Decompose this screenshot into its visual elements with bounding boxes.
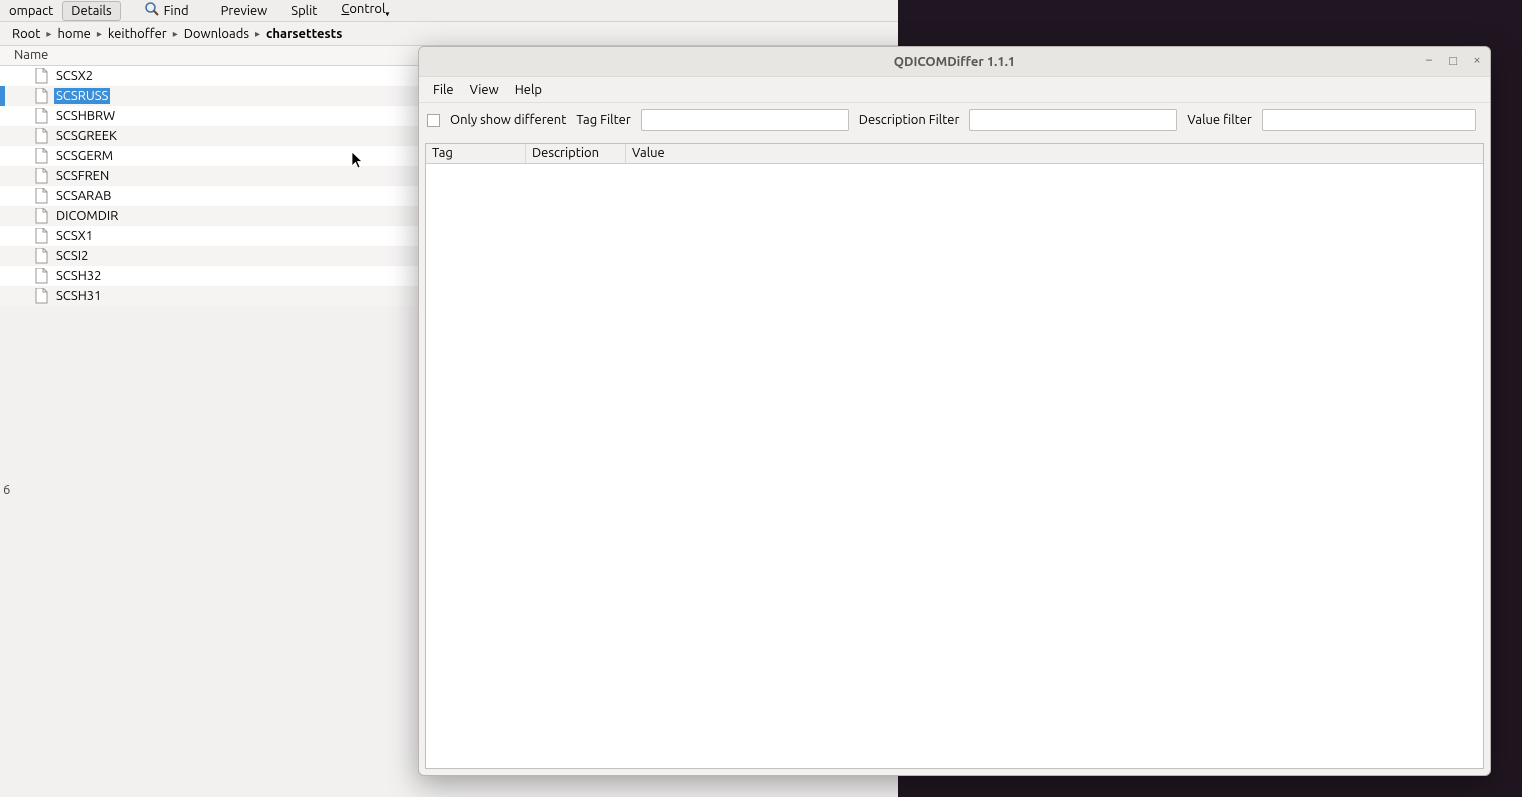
close-icon: ×	[1473, 53, 1480, 67]
search-icon	[144, 1, 160, 20]
column-header-value[interactable]: Value	[626, 144, 1483, 163]
minimize-button[interactable]: −	[1422, 53, 1436, 67]
breadcrumb-downloads[interactable]: Downloads	[184, 27, 249, 41]
file-name: SCSHBRW	[54, 108, 117, 124]
file-name: SCSH31	[54, 288, 103, 304]
preview-button[interactable]: Preview	[212, 1, 277, 21]
file-icon	[34, 288, 48, 304]
control-button[interactable]: Control▾	[332, 0, 398, 22]
breadcrumb-home[interactable]: home	[57, 27, 90, 41]
dicom-table: Tag Description Value	[425, 143, 1484, 769]
breadcrumb: Root ▸ home ▸ keithoffer ▸ Downloads ▸ c…	[0, 22, 898, 46]
details-button[interactable]: Details	[62, 1, 120, 21]
description-filter-input[interactable]	[969, 109, 1177, 131]
maximize-button[interactable]: □	[1446, 53, 1460, 67]
compact-button[interactable]: ompact	[0, 1, 62, 21]
only-show-different-checkbox[interactable]	[427, 114, 440, 127]
side-label: 6	[3, 483, 10, 497]
chevron-right-icon: ▸	[169, 28, 182, 40]
value-filter-label: Value filter	[1187, 113, 1251, 127]
qdicomdiffer-window: QDICOMDiffer 1.1.1 − □ × File View Help …	[418, 46, 1491, 776]
tag-filter-input[interactable]	[641, 109, 849, 131]
file-icon	[34, 68, 48, 84]
minimize-icon: −	[1425, 53, 1432, 67]
titlebar[interactable]: QDICOMDiffer 1.1.1 − □ ×	[419, 47, 1490, 77]
table-header: Tag Description Value	[426, 144, 1483, 164]
file-icon	[34, 228, 48, 244]
file-icon	[34, 248, 48, 264]
tag-filter-label: Tag Filter	[576, 113, 630, 127]
file-name: SCSRUSS	[54, 88, 110, 104]
file-name: SCSH32	[54, 268, 103, 284]
window-buttons: − □ ×	[1422, 53, 1484, 67]
file-icon	[34, 148, 48, 164]
split-button[interactable]: Split	[282, 1, 326, 21]
menubar: File View Help	[419, 77, 1490, 103]
file-name: SCSFREN	[54, 168, 111, 184]
only-show-different-label[interactable]: Only show different	[450, 113, 566, 127]
file-name: SCSX1	[54, 228, 95, 244]
file-icon	[34, 188, 48, 204]
file-name: SCSGREEK	[54, 128, 119, 144]
chevron-down-icon: ▾	[385, 10, 389, 19]
file-name: SCSX2	[54, 68, 95, 84]
file-icon	[34, 88, 48, 104]
file-icon	[34, 128, 48, 144]
file-name: SCSGERM	[54, 148, 115, 164]
file-icon	[34, 108, 48, 124]
column-header-description[interactable]: Description	[526, 144, 626, 163]
menu-help[interactable]: Help	[507, 79, 550, 101]
chevron-right-icon: ▸	[251, 28, 264, 40]
chevron-right-icon: ▸	[93, 28, 106, 40]
fm-toolbar: ompact Details Find Preview Split Contro…	[0, 0, 898, 22]
maximize-icon: □	[1449, 53, 1457, 68]
mouse-cursor-icon	[352, 152, 364, 170]
file-name: SCSARAB	[54, 188, 113, 204]
breadcrumb-root[interactable]: Root	[12, 27, 40, 41]
window-title: QDICOMDiffer 1.1.1	[894, 55, 1015, 69]
file-name: DICOMDIR	[54, 208, 120, 224]
find-label: Find	[164, 4, 189, 18]
breadcrumb-user[interactable]: keithoffer	[108, 27, 167, 41]
column-header-tag[interactable]: Tag	[426, 144, 526, 163]
close-button[interactable]: ×	[1470, 53, 1484, 67]
description-filter-label: Description Filter	[859, 113, 960, 127]
table-body[interactable]	[426, 164, 1483, 768]
filter-bar: Only show different Tag Filter Descripti…	[419, 103, 1490, 137]
value-filter-input[interactable]	[1262, 109, 1476, 131]
menu-view[interactable]: View	[462, 79, 507, 101]
file-icon	[34, 268, 48, 284]
control-label: Control	[341, 2, 385, 16]
breadcrumb-current[interactable]: charsettests	[266, 27, 342, 41]
find-button[interactable]: Find	[135, 0, 198, 23]
file-icon	[34, 208, 48, 224]
menu-file[interactable]: File	[425, 79, 462, 101]
file-icon	[34, 168, 48, 184]
chevron-right-icon: ▸	[42, 28, 55, 40]
file-name: SCSI2	[54, 248, 90, 264]
